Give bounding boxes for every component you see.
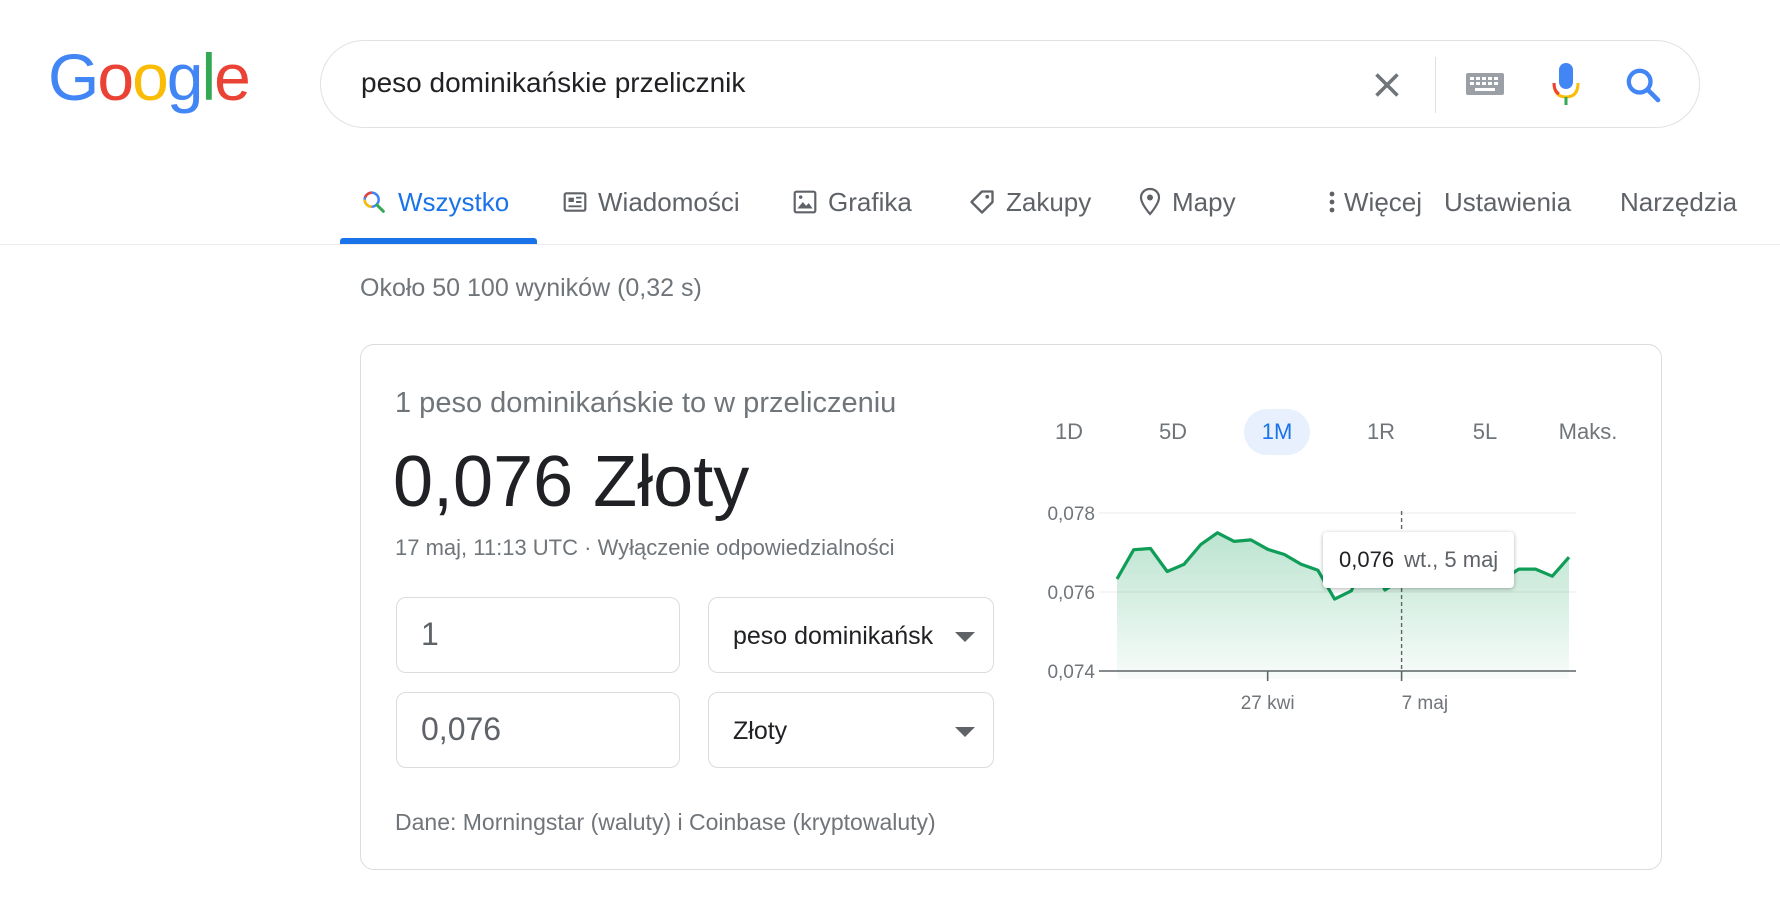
chart-point[interactable] — [1144, 543, 1156, 555]
chart-point[interactable] — [1228, 535, 1240, 547]
x-tick-label: 7 maj — [1402, 693, 1448, 714]
logo-letter: g — [166, 40, 204, 114]
chart-point[interactable] — [1262, 543, 1274, 555]
tab-images[interactable]: Grafika — [792, 182, 912, 222]
tab-label: Wszystko — [398, 186, 510, 217]
more-vert-icon — [1329, 191, 1335, 213]
chart-point[interactable] — [1546, 570, 1558, 582]
range-1r[interactable]: 1R — [1348, 409, 1414, 455]
tab-label: Ustawienia — [1444, 186, 1572, 217]
from-currency-value: peso dominikańskie — [733, 622, 933, 650]
search-input[interactable]: peso dominikańskie przelicznik — [361, 67, 745, 99]
chart-point[interactable] — [1161, 565, 1173, 577]
tab-label: Narzędzia — [1620, 186, 1738, 217]
to-currency-value: Złoty — [733, 717, 788, 745]
chart-point[interactable] — [1195, 539, 1207, 551]
logo-letter: o — [97, 40, 134, 114]
conversion-timestamp: 17 maj, 11:13 UTC — [395, 535, 579, 560]
y-tick-label: 0,074 — [1047, 662, 1095, 683]
from-currency-select[interactable]: peso dominikańskie — [708, 597, 994, 673]
tooltip-date: wt., 5 maj — [1404, 547, 1499, 572]
tab-all[interactable]: Wszystko — [360, 182, 509, 222]
chevron-down-icon — [955, 632, 975, 642]
search-icon[interactable] — [1623, 65, 1663, 105]
from-amount-field[interactable] — [396, 597, 680, 673]
tab-more[interactable]: Więcej — [1324, 182, 1422, 222]
search-box[interactable]: peso dominikańskie przelicznik — [320, 40, 1700, 128]
from-amount-input[interactable] — [421, 616, 641, 653]
tab-label: Zakupy — [1006, 186, 1092, 217]
chart-point[interactable] — [1128, 544, 1140, 556]
logo-letter: l — [201, 40, 217, 114]
news-icon — [563, 192, 587, 212]
result-stats: Około 50 100 wyników (0,32 s) — [360, 274, 702, 302]
conversion-result: 0,076 Złoty — [393, 442, 750, 522]
range-1m[interactable]: 1M — [1244, 409, 1310, 455]
chart-point[interactable] — [1513, 563, 1525, 575]
tab-news[interactable]: Wiadomości — [562, 182, 740, 222]
disclaimer-link[interactable]: Wyłączenie odpowiedzialności — [598, 535, 895, 560]
chevron-down-icon — [955, 727, 975, 737]
tab-label: Grafika — [828, 186, 912, 217]
chart-point[interactable] — [1329, 593, 1341, 605]
tab-label: Więcej — [1344, 186, 1423, 217]
chart-tooltip: 0,076 wt., 5 maj — [1323, 532, 1515, 588]
chart-point[interactable] — [1211, 527, 1223, 539]
keyboard-icon[interactable] — [1465, 71, 1505, 97]
chart-point[interactable] — [1245, 534, 1257, 546]
tab-label: Wiadomości — [598, 186, 740, 217]
y-tick-label: 0,076 — [1047, 583, 1095, 604]
chart-point[interactable] — [1111, 573, 1123, 585]
chart-point[interactable] — [1563, 551, 1575, 563]
chart-point[interactable] — [1295, 558, 1307, 570]
chart-point[interactable] — [1530, 563, 1542, 575]
to-currency-select[interactable]: Złoty — [708, 692, 994, 768]
tabs-divider — [0, 244, 1780, 245]
image-icon — [793, 190, 817, 214]
map-pin-icon — [1139, 187, 1161, 216]
y-tick-label: 0,078 — [1047, 504, 1095, 525]
to-amount-field[interactable] — [396, 692, 680, 768]
tab-tools[interactable]: Narzędzia — [1620, 182, 1737, 222]
logo-letter: e — [214, 40, 251, 114]
range-max[interactable]: Maks. — [1543, 409, 1633, 455]
x-tick-label: 27 kwi — [1241, 693, 1295, 714]
chart-point[interactable] — [1178, 558, 1190, 570]
tag-icon — [970, 190, 994, 214]
chart-point[interactable] — [1278, 548, 1290, 560]
currency-converter-card: 1 peso dominikańskie to w przeliczeniu 0… — [360, 344, 1662, 870]
range-1d[interactable]: 1D — [1036, 409, 1102, 455]
search-icon — [363, 191, 385, 213]
conversion-meta: 17 maj, 11:13 UTC · Wyłączenie odpowiedz… — [395, 535, 895, 561]
tooltip-value: 0,076 — [1339, 547, 1395, 572]
range-5d[interactable]: 5D — [1140, 409, 1206, 455]
search-tabs: Wszystko Wiadomości Grafika Zakupy Mapy — [340, 168, 1740, 244]
search-divider — [1435, 57, 1436, 113]
data-source: Dane: Morningstar (waluty) i Coinbase (k… — [395, 809, 936, 835]
microphone-icon[interactable] — [1551, 61, 1581, 107]
close-icon[interactable] — [1369, 67, 1405, 103]
google-logo[interactable]: Google — [48, 40, 251, 114]
to-amount-input[interactable] — [421, 711, 641, 748]
tab-label: Mapy — [1172, 186, 1236, 217]
tab-maps[interactable]: Mapy — [1138, 182, 1236, 222]
logo-letter: G — [48, 40, 99, 114]
range-5l[interactable]: 5L — [1452, 409, 1518, 455]
tab-shopping[interactable]: Zakupy — [968, 182, 1091, 222]
conversion-label: 1 peso dominikańskie to w przeliczeniu — [395, 387, 897, 419]
tab-settings[interactable]: Ustawienia — [1444, 182, 1571, 222]
meta-separator: · — [578, 535, 598, 560]
logo-letter: o — [132, 40, 169, 114]
